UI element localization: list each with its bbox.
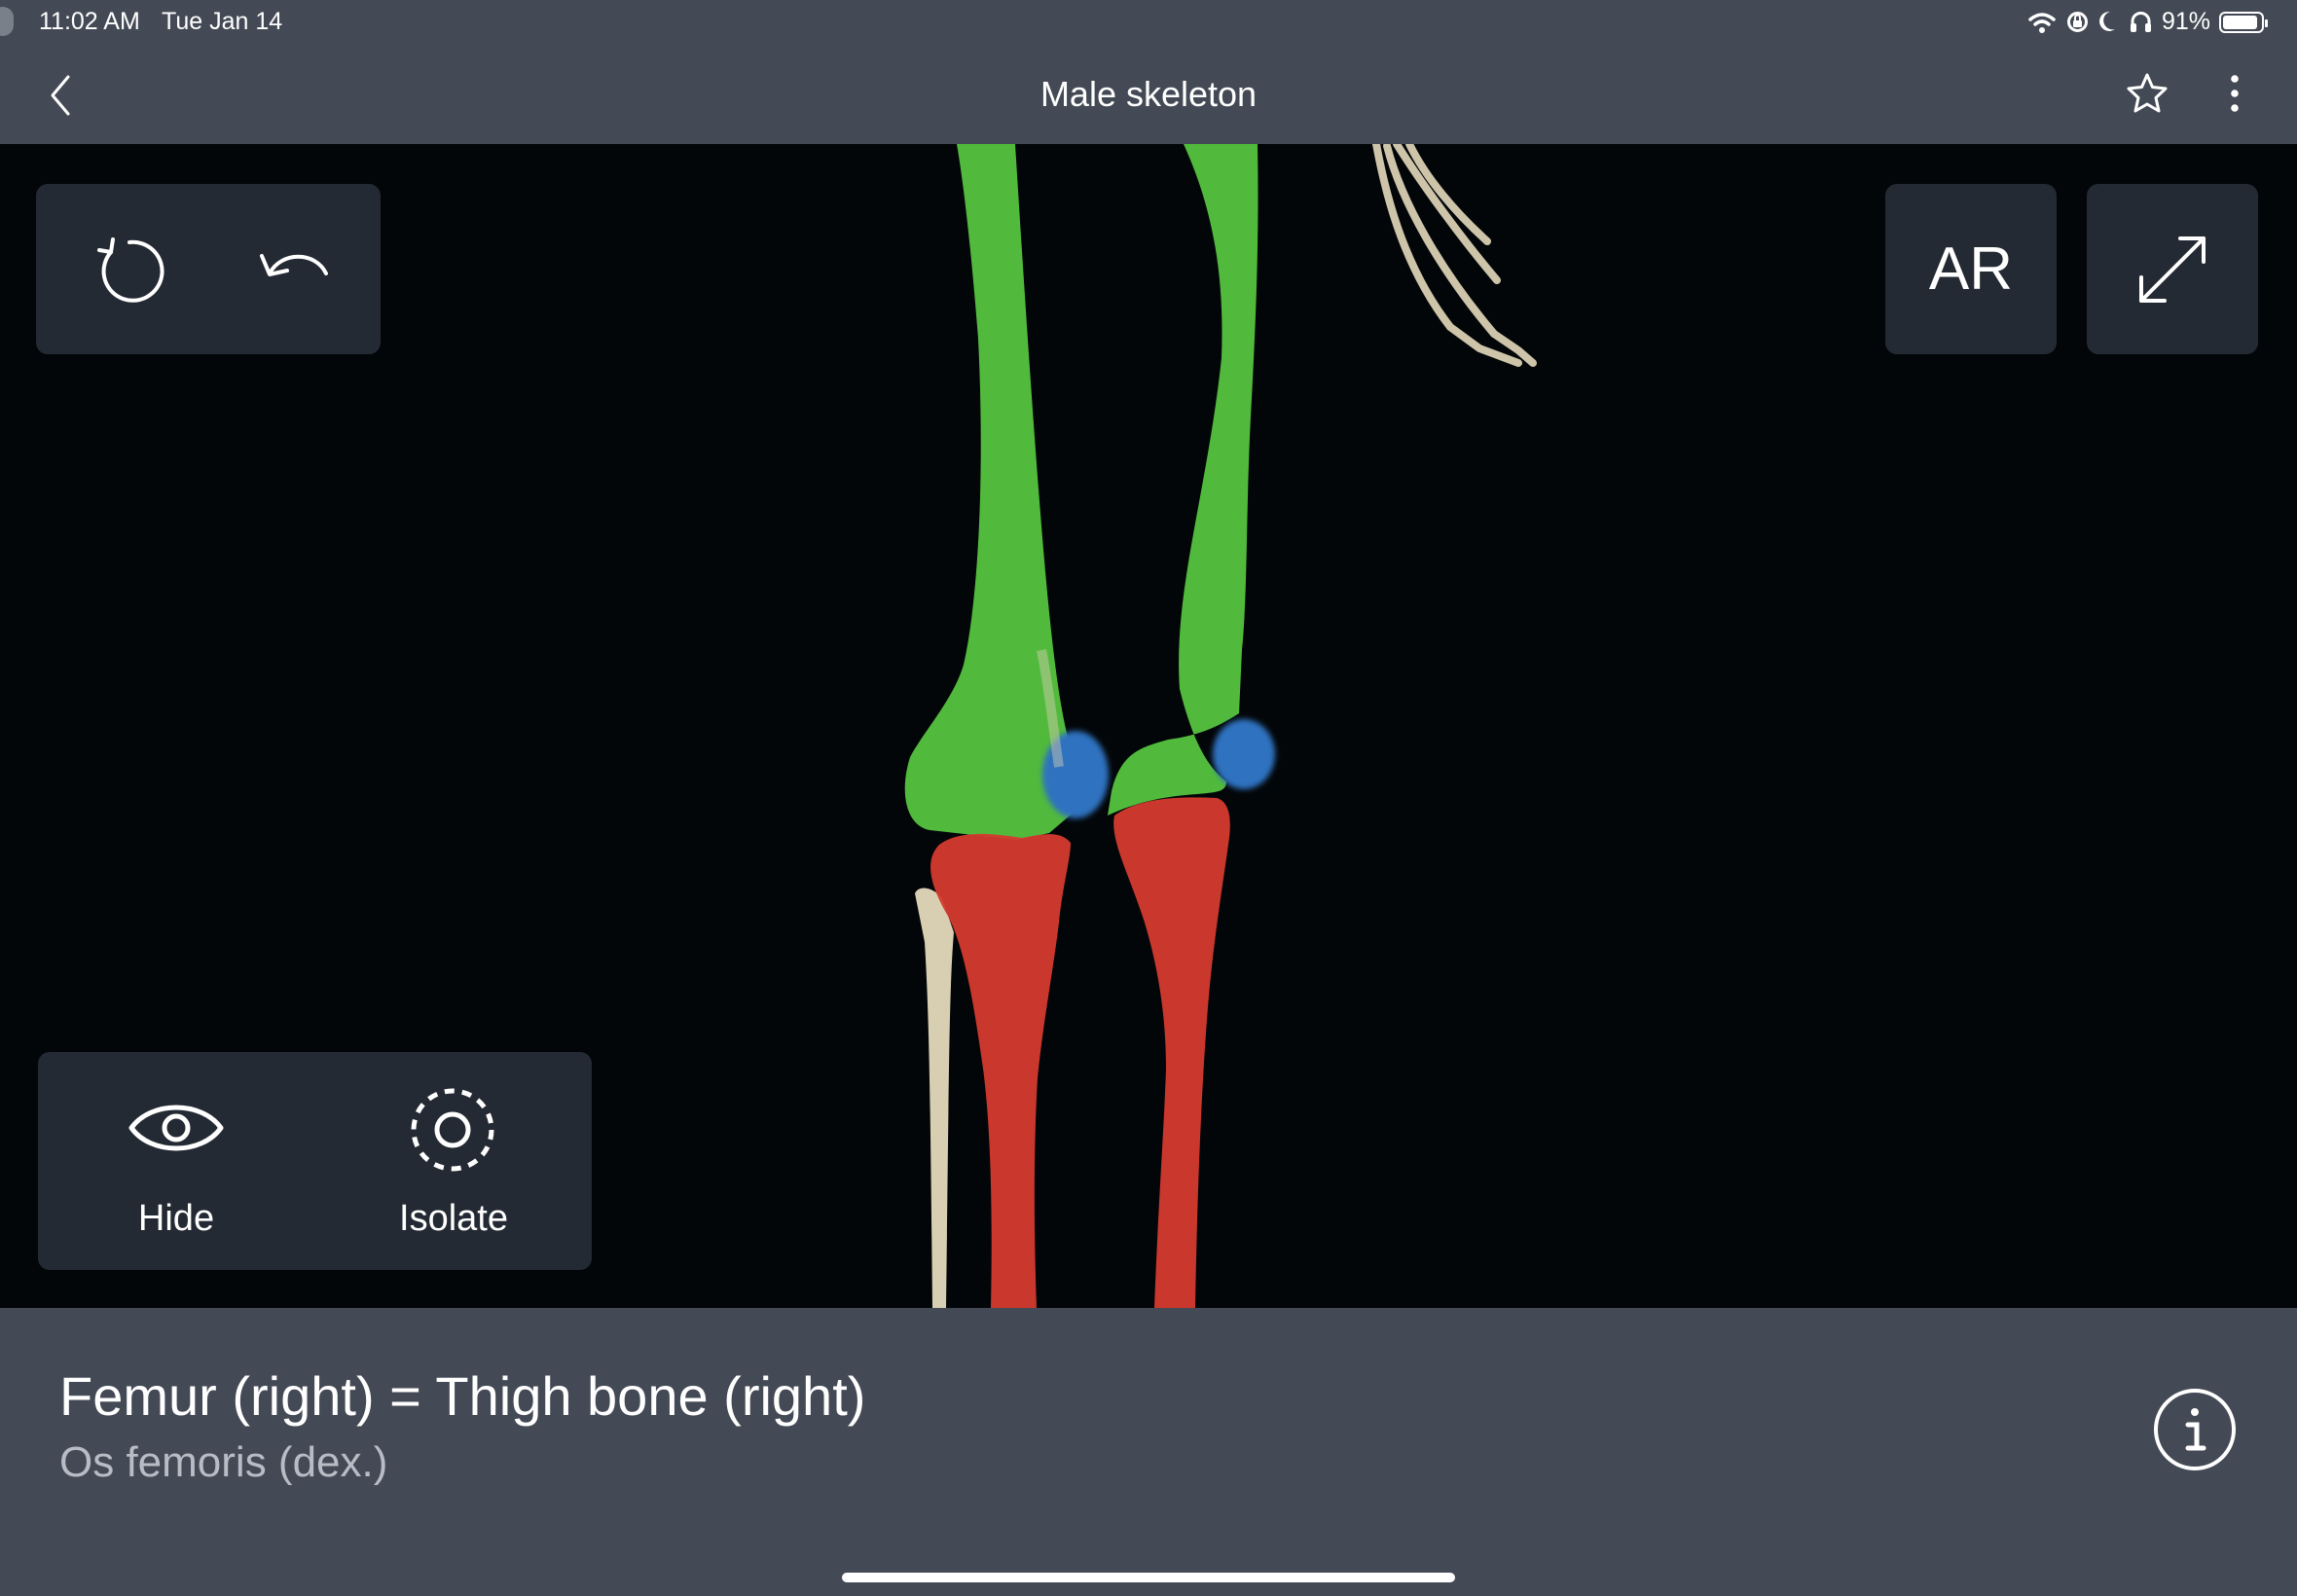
dashed-target-icon (411, 1088, 494, 1172)
undo-button[interactable] (252, 227, 340, 314)
orientation-lock-icon (2066, 12, 2088, 32)
eye-icon (128, 1105, 224, 1151)
structure-latin-name: Os femoris (dex.) (59, 1438, 388, 1486)
battery-icon (2219, 11, 2268, 33)
more-menu-button[interactable] (2219, 72, 2250, 115)
isolate-button[interactable]: Isolate (315, 1052, 592, 1270)
status-indicator (0, 7, 14, 36)
more-vertical-icon (2231, 75, 2239, 112)
moon-icon (2099, 11, 2115, 31)
battery-percent: 91% (2161, 8, 2210, 35)
fibula-right (915, 888, 954, 1308)
home-indicator[interactable] (842, 1573, 1455, 1582)
fullscreen-button[interactable] (2087, 184, 2258, 354)
info-button[interactable] (2153, 1388, 2237, 1471)
battery-fill (2223, 15, 2257, 29)
tibia-right (930, 833, 1071, 1308)
star-icon (2127, 73, 2168, 113)
page-title: Male skeleton (1039, 74, 1258, 114)
undo-icon (260, 254, 328, 276)
status-icons: 91% (2027, 8, 2268, 36)
top-bar: 11:02 AM Tue Jan 14 91% Male skeleton (0, 0, 2297, 144)
hide-button[interactable]: Hide (38, 1052, 314, 1270)
isolate-label: Isolate (399, 1198, 508, 1239)
history-toolbar (36, 184, 381, 354)
ar-label: AR (1928, 236, 2014, 303)
favorite-button[interactable] (2126, 72, 2169, 115)
info-icon (2154, 1389, 2236, 1470)
structure-name: Femur (right) = Thigh bone (right) (59, 1365, 866, 1427)
status-date: Tue Jan 14 (162, 8, 283, 35)
ar-button[interactable]: AR (1885, 184, 2057, 354)
selected-structure-panel: Femur (right) = Thigh bone (right) Os fe… (0, 1308, 2297, 1596)
rotate-reset-icon (97, 237, 164, 303)
status-time: 11:02 AM (39, 8, 140, 35)
reset-view-button[interactable] (86, 227, 173, 314)
wifi-icon (2028, 12, 2056, 33)
hide-label: Hide (137, 1198, 215, 1239)
selection-actions: Hide Isolate (38, 1052, 592, 1270)
headphones-icon (2130, 12, 2151, 32)
expand-icon (2139, 236, 2206, 303)
femur-left (1108, 144, 1258, 816)
patella-left (1213, 719, 1275, 789)
tibia-left (1113, 797, 1230, 1308)
hand-bones (1372, 144, 1537, 367)
3d-model-viewport[interactable]: AR Hide Isolate (0, 144, 2297, 1308)
